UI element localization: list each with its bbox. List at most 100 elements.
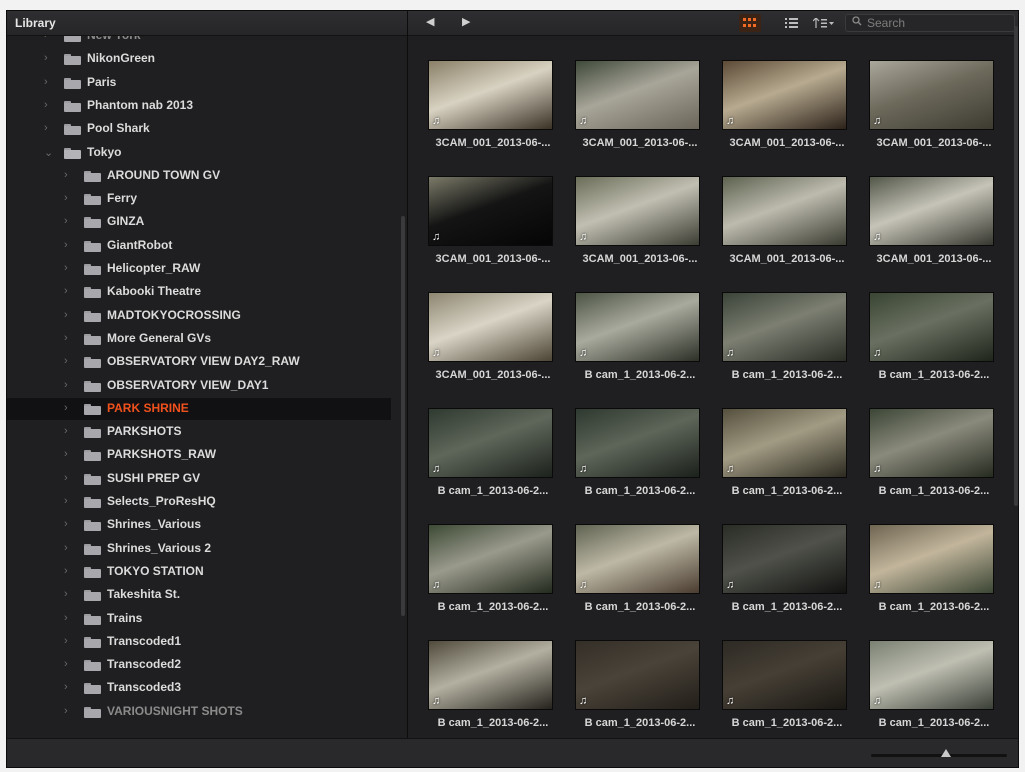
library-folder-row[interactable]: › Trains <box>7 608 391 630</box>
library-folder-row[interactable]: › MADTOKYOCROSSING <box>7 305 391 327</box>
chevron-right-icon[interactable]: › <box>64 425 68 437</box>
library-folder-row[interactable]: ⌄ Tokyo <box>7 142 391 164</box>
chevron-right-icon[interactable]: › <box>44 76 48 88</box>
clip-thumbnail[interactable]: ♫ <box>722 640 847 710</box>
clip-item[interactable]: ♫ B cam_1_2013-06-2... <box>575 394 700 497</box>
library-folder-row[interactable]: › Takeshita St. <box>7 584 391 606</box>
library-folder-row[interactable]: › GiantRobot <box>7 235 391 257</box>
chevron-right-icon[interactable]: › <box>64 542 68 554</box>
library-folder-row[interactable]: › Shrines_Various 2 <box>7 538 391 560</box>
library-folder-row[interactable]: › Transcoded2 <box>7 654 391 676</box>
library-folder-row[interactable]: › NikonGreen <box>7 48 391 70</box>
clip-thumbnail[interactable]: ♫ <box>428 176 553 246</box>
clip-thumbnail[interactable]: ♫ <box>428 408 553 478</box>
library-folder-row[interactable]: › Pool Shark <box>7 118 391 140</box>
chevron-right-icon[interactable]: › <box>64 565 68 577</box>
thumbnail-view-button[interactable] <box>739 14 761 32</box>
library-folder-row[interactable]: › Transcoded3 <box>7 677 391 699</box>
chevron-right-icon[interactable]: › <box>64 215 68 227</box>
clip-item[interactable]: ♫ B cam_1_2013-06-2... <box>575 510 700 613</box>
clip-item[interactable]: ♫ B cam_1_2013-06-2... <box>869 510 994 613</box>
clip-thumbnail[interactable]: ♫ <box>869 292 994 362</box>
clip-thumbnail[interactable]: ♫ <box>428 640 553 710</box>
library-folder-row[interactable]: › Shrines_Various <box>7 514 391 536</box>
library-folder-row[interactable]: › Phantom nab 2013 <box>7 95 391 117</box>
library-folder-row[interactable]: › Paris <box>7 72 391 94</box>
back-arrow-icon[interactable]: ◀ <box>426 15 434 28</box>
chevron-right-icon[interactable]: › <box>64 355 68 367</box>
list-view-button[interactable] <box>782 14 800 32</box>
search-field[interactable] <box>845 14 1015 32</box>
clip-item[interactable]: ♫ 3CAM_001_2013-06-... <box>575 162 700 265</box>
clip-item[interactable]: ♫ B cam_1_2013-06-2... <box>869 394 994 497</box>
library-folder-row[interactable]: › GINZA <box>7 211 391 233</box>
search-input[interactable] <box>867 16 1007 30</box>
clip-item[interactable]: ♫ 3CAM_001_2013-06-... <box>575 46 700 149</box>
library-folder-row[interactable]: › AROUND TOWN GV <box>7 165 391 187</box>
library-folder-row[interactable]: › Selects_ProResHQ <box>7 491 391 513</box>
clip-thumbnail[interactable]: ♫ <box>722 292 847 362</box>
clip-item[interactable]: ♫ 3CAM_001_2013-06-... <box>722 46 847 149</box>
library-scrollbar[interactable] <box>401 216 405 616</box>
chevron-down-icon[interactable]: ⌄ <box>44 146 53 159</box>
chevron-right-icon[interactable]: › <box>64 402 68 414</box>
clip-item[interactable]: ♫ B cam_1_2013-06-2... <box>722 394 847 497</box>
chevron-right-icon[interactable]: › <box>44 99 48 111</box>
clip-thumbnail[interactable]: ♫ <box>575 408 700 478</box>
library-folder-row[interactable]: › Transcoded1 <box>7 631 391 653</box>
slider-knob-icon[interactable] <box>940 749 951 757</box>
library-folder-row[interactable]: › Ferry <box>7 188 391 210</box>
chevron-right-icon[interactable]: › <box>64 309 68 321</box>
chevron-right-icon[interactable]: › <box>64 332 68 344</box>
chevron-right-icon[interactable]: › <box>64 705 68 717</box>
clip-item[interactable]: ♫ B cam_1_2013-06-2... <box>428 394 553 497</box>
clip-thumbnail[interactable]: ♫ <box>722 60 847 130</box>
clip-thumbnail[interactable]: ♫ <box>575 640 700 710</box>
clip-thumbnail[interactable]: ♫ <box>428 60 553 130</box>
clip-thumbnail[interactable]: ♫ <box>575 524 700 594</box>
clip-item[interactable]: ♫ 3CAM_001_2013-06-... <box>428 46 553 149</box>
clip-item[interactable]: ♫ 3CAM_001_2013-06-... <box>428 162 553 265</box>
library-folder-row[interactable]: › PARK SHRINE <box>7 397 391 420</box>
chevron-right-icon[interactable]: › <box>64 518 68 530</box>
clip-thumbnail[interactable]: ♫ <box>428 524 553 594</box>
clip-item[interactable]: ♫ B cam_1_2013-06-2... <box>869 626 994 729</box>
clip-item[interactable]: ♫ B cam_1_2013-06-2... <box>722 278 847 381</box>
clip-thumbnail[interactable]: ♫ <box>869 176 994 246</box>
clip-thumbnail[interactable]: ♫ <box>869 408 994 478</box>
library-folder-row[interactable]: › OBSERVATORY VIEW DAY2_RAW <box>7 351 391 373</box>
clip-item[interactable]: 3CAM_001_2013-06-... <box>722 162 847 265</box>
clip-item[interactable]: ♫ B cam_1_2013-06-2... <box>428 626 553 729</box>
thumbnail-size-slider[interactable] <box>871 749 1007 757</box>
sort-options-button[interactable] <box>811 14 837 32</box>
clip-thumbnail[interactable]: ♫ <box>722 524 847 594</box>
chevron-right-icon[interactable]: › <box>64 239 68 251</box>
chevron-right-icon[interactable]: › <box>44 52 48 64</box>
clip-item[interactable]: ♫ 3CAM_001_2013-06-... <box>869 46 994 149</box>
forward-arrow-icon[interactable]: ▶ <box>462 15 470 28</box>
library-folder-row[interactable]: › Kabooki Theatre <box>7 281 391 303</box>
clip-thumbnail[interactable] <box>722 176 847 246</box>
clip-thumbnail[interactable]: ♫ <box>575 292 700 362</box>
clip-item[interactable]: ♫ B cam_1_2013-06-2... <box>869 278 994 381</box>
chevron-right-icon[interactable]: › <box>64 448 68 460</box>
chevron-right-icon[interactable]: › <box>64 169 68 181</box>
chevron-right-icon[interactable]: › <box>64 588 68 600</box>
clip-item[interactable]: ♫ B cam_1_2013-06-2... <box>722 626 847 729</box>
clip-item[interactable]: ♫ 3CAM_001_2013-06-... <box>428 278 553 381</box>
clip-thumbnail[interactable]: ♫ <box>575 176 700 246</box>
clip-thumbnail[interactable]: ♫ <box>869 524 994 594</box>
library-folder-row[interactable]: › VARIOUSNIGHT SHOTS <box>7 701 391 723</box>
clip-item[interactable]: ♫ B cam_1_2013-06-2... <box>575 278 700 381</box>
chevron-right-icon[interactable]: › <box>64 285 68 297</box>
library-folder-row[interactable]: › More General GVs <box>7 328 391 350</box>
clip-item[interactable]: ♫ B cam_1_2013-06-2... <box>722 510 847 613</box>
clip-thumbnail[interactable]: ♫ <box>869 640 994 710</box>
library-folder-row[interactable]: › PARKSHOTS_RAW <box>7 444 391 466</box>
chevron-right-icon[interactable]: › <box>64 658 68 670</box>
clip-item[interactable]: ♫ B cam_1_2013-06-2... <box>575 626 700 729</box>
chevron-right-icon[interactable]: › <box>64 612 68 624</box>
library-folder-row[interactable]: › New York <box>7 36 391 47</box>
browser-scrollbar[interactable] <box>1014 26 1018 506</box>
library-folder-row[interactable]: › SUSHI PREP GV <box>7 468 391 490</box>
